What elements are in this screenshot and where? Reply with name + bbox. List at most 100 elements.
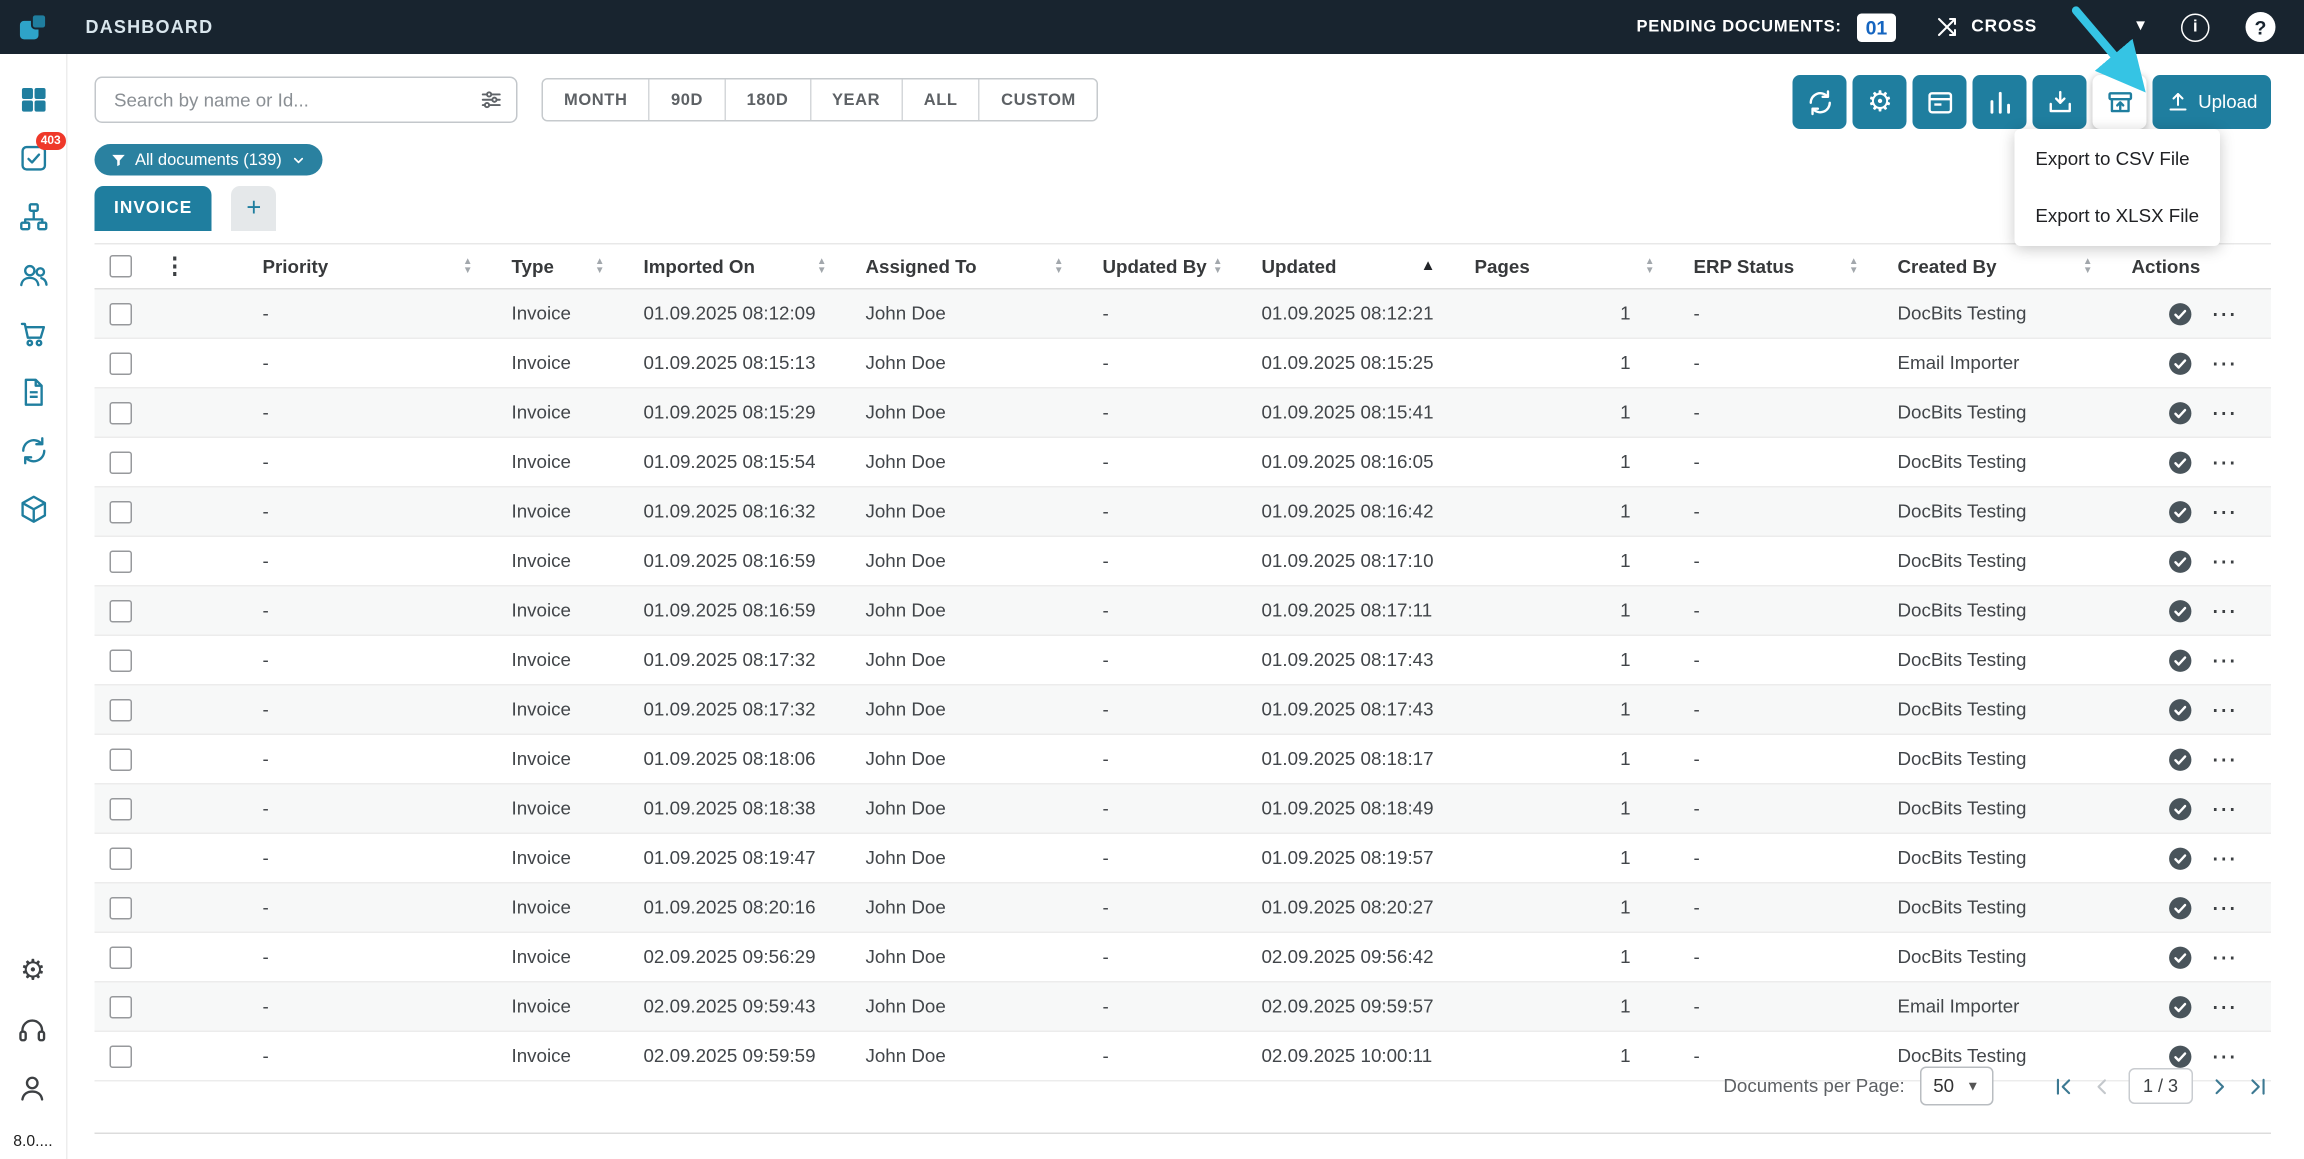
row-more-icon[interactable]: ⋯ xyxy=(2211,994,2238,1020)
help-icon[interactable]: ? xyxy=(2246,12,2276,42)
table-row[interactable]: - Invoice 01.09.2025 08:16:32 John Doe -… xyxy=(95,487,2272,537)
col-header-created-by[interactable]: Created By xyxy=(1898,256,1997,277)
table-row[interactable]: - Invoice 02.09.2025 09:56:29 John Doe -… xyxy=(95,932,2272,982)
row-more-icon[interactable]: ⋯ xyxy=(2211,449,2238,475)
row-more-icon[interactable]: ⋯ xyxy=(2211,647,2238,673)
table-row[interactable]: - Invoice 01.09.2025 08:15:54 John Doe -… xyxy=(95,437,2272,487)
prev-page-button[interactable] xyxy=(2089,1073,2115,1099)
range-month-button[interactable]: MONTH xyxy=(543,80,648,121)
sidebar-item-dashboard[interactable] xyxy=(15,81,51,117)
add-tab-button[interactable]: + xyxy=(231,186,276,231)
sidebar-item-packages[interactable] xyxy=(15,491,51,527)
sidebar-item-sync[interactable] xyxy=(15,432,51,468)
col-header-updated-by[interactable]: Updated By xyxy=(1103,256,1207,277)
row-checkbox[interactable] xyxy=(109,896,132,919)
verified-check-icon[interactable] xyxy=(2168,746,2194,772)
menu-item-export-csv[interactable]: Export to CSV File xyxy=(2014,131,2220,188)
verified-check-icon[interactable] xyxy=(2168,350,2194,376)
search-input[interactable] xyxy=(95,77,518,124)
row-checkbox[interactable] xyxy=(109,401,132,424)
row-more-icon[interactable]: ⋯ xyxy=(2211,697,2238,723)
table-row[interactable]: - Invoice 01.09.2025 08:15:13 John Doe -… xyxy=(95,338,2272,388)
row-more-icon[interactable]: ⋯ xyxy=(2211,400,2238,426)
col-header-pages[interactable]: Pages xyxy=(1475,256,1530,277)
first-page-button[interactable] xyxy=(2050,1073,2076,1099)
table-row[interactable]: - Invoice 01.09.2025 08:20:16 John Doe -… xyxy=(95,883,2272,933)
row-more-icon[interactable]: ⋯ xyxy=(2211,895,2238,921)
sort-icon[interactable]: ▲▼ xyxy=(1213,257,1223,275)
pending-documents-badge[interactable]: 01 xyxy=(1857,13,1897,42)
row-checkbox[interactable] xyxy=(109,599,132,622)
sidebar-item-documents[interactable] xyxy=(15,374,51,410)
verified-check-icon[interactable] xyxy=(2168,598,2194,624)
sort-icon[interactable]: ▲▼ xyxy=(463,257,473,275)
row-checkbox[interactable] xyxy=(109,352,132,375)
verified-check-icon[interactable] xyxy=(2168,400,2194,426)
sidebar-item-validation[interactable]: 403 xyxy=(15,140,51,176)
import-button[interactable] xyxy=(2033,75,2087,129)
sort-icon[interactable]: ▲▼ xyxy=(595,257,605,275)
filter-sliders-icon[interactable] xyxy=(479,87,505,113)
col-header-priority[interactable]: Priority xyxy=(263,256,329,277)
row-checkbox[interactable] xyxy=(109,797,132,820)
table-row[interactable]: - Invoice 01.09.2025 08:17:32 John Doe -… xyxy=(95,635,2272,685)
analytics-button[interactable] xyxy=(1973,75,2027,129)
range-90d-button[interactable]: 90D xyxy=(648,80,724,121)
table-row[interactable]: - Invoice 02.09.2025 09:59:43 John Doe -… xyxy=(95,982,2272,1032)
col-header-assigned-to[interactable]: Assigned To xyxy=(866,256,977,277)
row-more-icon[interactable]: ⋯ xyxy=(2211,944,2238,970)
verified-check-icon[interactable] xyxy=(2168,845,2194,871)
card-view-button[interactable] xyxy=(1913,75,1967,129)
range-custom-button[interactable]: CUSTOM xyxy=(979,80,1097,121)
sort-icon[interactable]: ▲▼ xyxy=(1054,257,1064,275)
row-checkbox[interactable] xyxy=(109,550,132,573)
sidebar-item-users[interactable] xyxy=(15,257,51,293)
col-header-erp-status[interactable]: ERP Status xyxy=(1694,256,1795,277)
verified-check-icon[interactable] xyxy=(2168,449,2194,475)
table-row[interactable]: - Invoice 01.09.2025 08:18:38 John Doe -… xyxy=(95,784,2272,834)
documents-filter-pill[interactable]: All documents (139) xyxy=(95,144,323,176)
row-checkbox[interactable] xyxy=(109,649,132,672)
row-more-icon[interactable]: ⋯ xyxy=(2211,746,2238,772)
row-more-icon[interactable]: ⋯ xyxy=(2211,499,2238,525)
row-checkbox[interactable] xyxy=(109,698,132,721)
row-checkbox[interactable] xyxy=(109,500,132,523)
verified-check-icon[interactable] xyxy=(2168,647,2194,673)
info-icon[interactable]: i xyxy=(2181,13,2210,42)
per-page-select[interactable]: 50 ▼ xyxy=(1920,1067,1993,1106)
sidebar-item-workflow[interactable] xyxy=(15,198,51,234)
row-checkbox[interactable] xyxy=(109,451,132,474)
table-row[interactable]: - Invoice 01.09.2025 08:16:59 John Doe -… xyxy=(95,536,2272,586)
row-more-icon[interactable]: ⋯ xyxy=(2211,350,2238,376)
verified-check-icon[interactable] xyxy=(2168,944,2194,970)
table-row[interactable]: - Invoice 01.09.2025 08:17:32 John Doe -… xyxy=(95,685,2272,735)
row-more-icon[interactable]: ⋯ xyxy=(2211,548,2238,574)
sort-icon[interactable]: ▲▼ xyxy=(1645,257,1655,275)
col-header-imported-on[interactable]: Imported On xyxy=(644,256,755,277)
verified-check-icon[interactable] xyxy=(2168,697,2194,723)
export-button[interactable] xyxy=(2093,75,2147,129)
row-checkbox[interactable] xyxy=(109,946,132,969)
upload-button[interactable]: Upload xyxy=(2153,75,2271,129)
row-more-icon[interactable]: ⋯ xyxy=(2211,796,2238,822)
col-header-type[interactable]: Type xyxy=(512,256,554,277)
row-more-icon[interactable]: ⋯ xyxy=(2211,301,2238,327)
column-menu-kebab-icon[interactable]: ⋮ xyxy=(164,253,187,279)
row-checkbox[interactable] xyxy=(109,302,132,325)
sort-asc-icon[interactable]: ▲ xyxy=(1421,259,1436,274)
row-checkbox[interactable] xyxy=(109,748,132,771)
table-row[interactable]: - Invoice 01.09.2025 08:16:59 John Doe -… xyxy=(95,586,2272,636)
verified-check-icon[interactable] xyxy=(2168,994,2194,1020)
range-180d-button[interactable]: 180D xyxy=(724,80,809,121)
select-all-checkbox[interactable] xyxy=(109,255,132,278)
sidebar-item-profile[interactable] xyxy=(15,1071,51,1107)
sidebar-item-support[interactable] xyxy=(15,1012,51,1048)
docbits-logo-icon[interactable] xyxy=(17,11,50,44)
menu-item-export-xlsx[interactable]: Export to XLSX File xyxy=(2014,188,2220,245)
sort-icon[interactable]: ▲▼ xyxy=(817,257,827,275)
sidebar-item-orders[interactable] xyxy=(15,315,51,351)
table-row[interactable]: - Invoice 01.09.2025 08:12:09 John Doe -… xyxy=(95,289,2272,339)
verified-check-icon[interactable] xyxy=(2168,796,2194,822)
range-year-button[interactable]: YEAR xyxy=(809,80,901,121)
settings-button[interactable]: ⚙ xyxy=(1853,75,1907,129)
